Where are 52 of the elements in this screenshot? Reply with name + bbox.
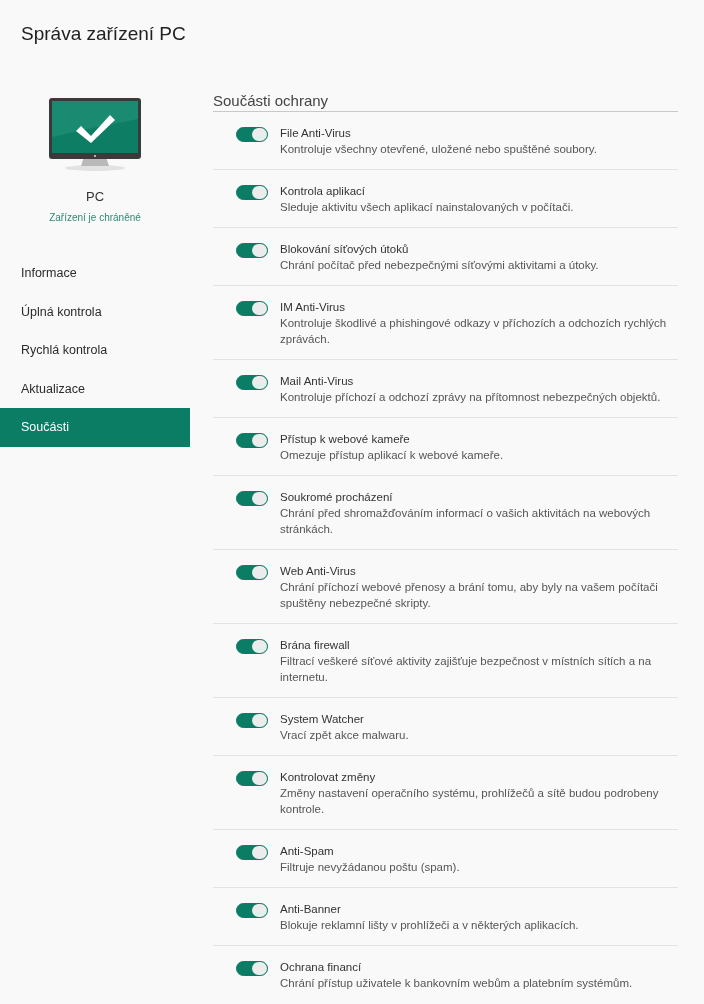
component-name: Kontrola aplikací (280, 184, 367, 199)
component-name: Přístup k webové kameře (280, 432, 411, 447)
sidebar-item[interactable]: Informace (0, 254, 190, 293)
component-description: Chrání před shromažďováním informací o vašich aktivitách na webových stránkách. (280, 506, 652, 537)
component-description: Vrací zpět akce malwaru. (280, 728, 410, 743)
device-name: PC (85, 189, 105, 204)
sidebar-item[interactable]: Součásti (0, 408, 190, 447)
toggle-switch[interactable] (236, 845, 268, 860)
component-name: Ochrana financí (280, 960, 363, 975)
component-name: Blokování síťových útoků (280, 242, 410, 257)
component-name: Mail Anti-Virus (280, 374, 355, 389)
component-description: Chrání příchozí webové přenosy a brání tomu, aby byly na vašem počítači spuštěny nebezpečné skripty. (280, 580, 659, 611)
toggle-switch[interactable] (236, 639, 268, 654)
toggle-switch[interactable] (236, 771, 268, 786)
component-description: Blokuje reklamní lišty v prohlížeči a v některých aplikacích. (280, 918, 580, 933)
sidebar-item[interactable]: Aktualizace (0, 369, 190, 409)
window-title: Správa zařízení PC (21, 22, 187, 46)
component-name: Soukromé procházení (280, 490, 394, 505)
component-description: Chrání počítač před nebezpečnými síťovými aktivitami a útoky. (280, 258, 600, 273)
component-description: Filtrací veškeré síťové aktivity zajišťuje bezpečnost v místních sítích a na internetu. (280, 654, 653, 685)
toggle-switch[interactable] (236, 491, 268, 506)
toggle-switch[interactable] (236, 127, 268, 142)
monitor-check-icon (48, 97, 142, 171)
toggle-switch[interactable] (236, 713, 268, 728)
component-description: Kontroluje příchozí a odchozí zprávy na přítomnost nebezpečných objektů. (280, 390, 662, 405)
toggle-switch[interactable] (236, 185, 268, 200)
component-name: System Watcher (280, 712, 365, 727)
component-name: Anti-Banner (280, 902, 342, 917)
component-description: Sleduje aktivitu všech aplikací nainstalovaných v počítači. (280, 200, 575, 215)
sidebar-item[interactable]: Rychlá kontrola (0, 331, 190, 370)
section-title: Součásti ochrany (213, 92, 678, 112)
component-name: File Anti-Virus (280, 126, 352, 141)
toggle-switch[interactable] (236, 243, 268, 258)
component-name: IM Anti-Virus (280, 300, 346, 315)
sidebar-item[interactable]: Úplná kontrola (0, 292, 190, 332)
component-description: Omezuje přístup aplikací k webové kameře. (280, 448, 505, 463)
component-description: Filtruje nevyžádanou poštu (spam). (280, 860, 461, 875)
component-description: Kontroluje škodlivé a phishingové odkazy v příchozích a odchozích rychlých zprávách. (280, 316, 668, 347)
component-description: Chrání přístup uživatele k bankovním webům a platebním systémům. (280, 976, 634, 991)
component-name: Kontrolovat změny (280, 770, 377, 785)
component-name: Brána firewall (280, 638, 351, 653)
toggle-switch[interactable] (236, 961, 268, 976)
component-name: Web Anti-Virus (280, 564, 357, 579)
toggle-switch[interactable] (236, 301, 268, 316)
toggle-switch[interactable] (236, 565, 268, 580)
component-name: Anti-Spam (280, 844, 335, 859)
toggle-switch[interactable] (236, 433, 268, 448)
toggle-switch[interactable] (236, 903, 268, 918)
device-status: Zařízení je chráněné (49, 212, 141, 223)
toggle-switch[interactable] (236, 375, 268, 390)
component-description: Změny nastavení operačního systému, prohlížečů a sítě budou podrobeny kontrole. (280, 786, 660, 817)
component-description: Kontroluje všechny otevřené, uložené nebo spuštěné soubory. (280, 142, 598, 157)
